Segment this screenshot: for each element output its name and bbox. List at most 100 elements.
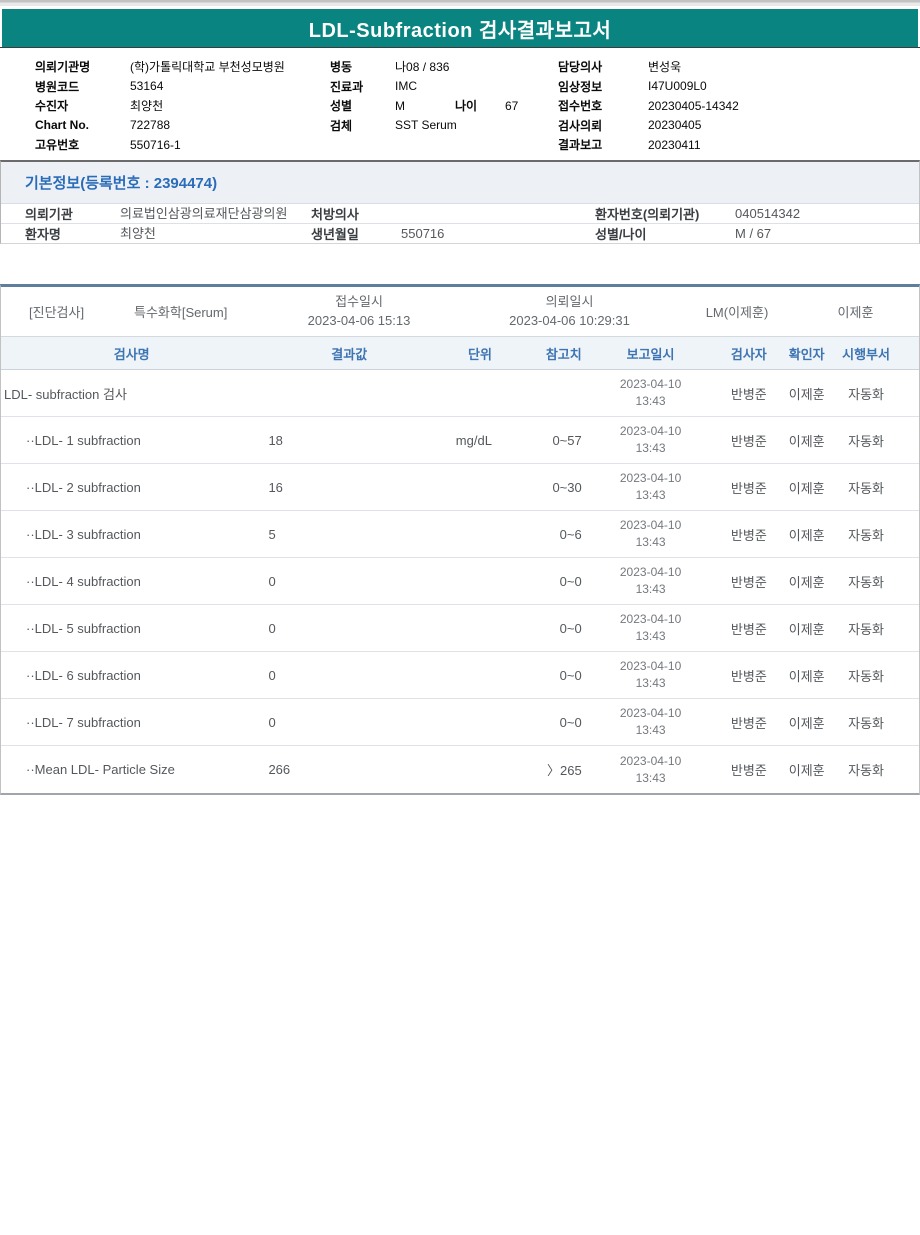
result-row: ··LDL- 2 subfraction 16 0~30 2023-04-10 … — [1, 464, 919, 511]
performing-department: 자동화 — [835, 619, 897, 638]
field-label: Chart No. — [35, 118, 130, 132]
performing-department: 자동화 — [835, 666, 897, 685]
result-value: 5 — [262, 527, 367, 542]
receipt-label: 접수일시 — [335, 294, 383, 309]
basic-info-row: 의뢰기관 의료법인삼광의료재단삼광의원 처방의사 환자번호(의뢰기관) 0405… — [1, 204, 919, 224]
report-date: 2023-04-10 — [582, 564, 720, 581]
column-header-report-datetime: 보고일시 — [582, 344, 720, 363]
checker-name: 이제훈 — [778, 384, 835, 403]
column-header-reference: 참고치 — [492, 344, 582, 363]
patient-field-row: 성별 M 나이 67 — [330, 96, 518, 116]
field-label: 생년월일 — [311, 224, 401, 243]
order-request-datetime: 의뢰일시 2023-04-06 10:29:31 — [472, 293, 667, 331]
field-label: 진료과 — [330, 78, 395, 95]
test-name: ··LDL- 1 subfraction — [1, 433, 262, 448]
field-value: M / 67 — [735, 226, 919, 241]
result-row: ··LDL- 5 subfraction 0 0~0 2023-04-10 13… — [1, 605, 919, 652]
field-value: 나08 / 836 — [395, 58, 455, 75]
report-title-band: LDL-Subfraction 검사결과보고서 — [2, 9, 918, 47]
field-value: 최양천 — [120, 225, 300, 243]
reference-range: 0~0 — [492, 621, 582, 636]
report-datetime: 2023-04-10 13:43 — [582, 611, 720, 645]
performing-department: 자동화 — [835, 713, 897, 732]
report-time: 13:43 — [582, 628, 720, 645]
order-receipt-datetime: 접수일시 2023-04-06 15:13 — [274, 293, 444, 331]
report-datetime: 2023-04-10 13:43 — [582, 423, 720, 457]
result-value: 0 — [262, 668, 367, 683]
patient-field-row: Chart No. 722788 — [35, 116, 285, 136]
report-datetime: 2023-04-10 13:43 — [582, 658, 720, 692]
test-name: ··LDL- 4 subfraction — [1, 574, 262, 589]
basic-info-section: 기본정보(등록번호 : 2394474) 의뢰기관 의료법인삼광의료재단삼광의원… — [0, 160, 920, 244]
field-label: 담당의사 — [558, 58, 648, 75]
request-label: 의뢰일시 — [546, 294, 594, 309]
field-value: (학)가톨릭대학교 부천성모병원 — [130, 58, 285, 75]
field-value: 550716 — [401, 226, 595, 241]
result-value: 18 — [262, 433, 367, 448]
tester-name: 반병준 — [719, 572, 778, 591]
field-label-secondary: 나이 — [455, 97, 505, 114]
report-date: 2023-04-10 — [582, 470, 720, 487]
tester-name: 반병준 — [719, 619, 778, 638]
reference-range: 0~6 — [492, 527, 582, 542]
order-reporter: 이제훈 — [792, 302, 919, 321]
reference-range: 0~0 — [492, 574, 582, 589]
patient-field-row: 병동 나08 / 836 — [330, 57, 518, 77]
report-datetime: 2023-04-10 13:43 — [582, 517, 720, 551]
column-header-department: 시행부서 — [835, 344, 897, 363]
report-date: 2023-04-10 — [582, 517, 720, 534]
field-label: 병원코드 — [35, 78, 130, 95]
performing-department: 자동화 — [835, 572, 897, 591]
field-value: 040514342 — [735, 206, 919, 221]
patient-header-col-left: 의뢰기관명 (학)가톨릭대학교 부천성모병원 병원코드 53164 수진자 최양… — [35, 57, 285, 155]
result-value: 266 — [262, 762, 367, 777]
report-datetime: 2023-04-10 13:43 — [582, 564, 720, 598]
report-time: 13:43 — [582, 534, 720, 551]
field-label: 고유번호 — [35, 136, 130, 153]
field-label: 병동 — [330, 58, 395, 75]
test-name: ··LDL- 3 subfraction — [1, 527, 262, 542]
checker-name: 이제훈 — [778, 572, 835, 591]
field-value: 53164 — [130, 79, 163, 93]
performing-department: 자동화 — [835, 525, 897, 544]
reference-range: 0~30 — [492, 480, 582, 495]
patient-field-row: 임상정보 I47U009L0 — [558, 77, 739, 97]
report-time: 13:43 — [582, 487, 720, 504]
tester-name: 반병준 — [719, 384, 778, 403]
field-label: 성별/나이 — [595, 224, 735, 243]
field-label: 처방의사 — [311, 204, 401, 223]
report-date: 2023-04-10 — [582, 611, 720, 628]
report-date: 2023-04-10 — [582, 705, 720, 722]
patient-header-col-right: 담당의사 변성욱 임상정보 I47U009L0 접수번호 20230405-14… — [558, 57, 739, 155]
result-value: 0 — [262, 715, 367, 730]
results-table-body: LDL- subfraction 검사 2023-04-10 13:43 반병준… — [1, 370, 919, 793]
checker-name: 이제훈 — [778, 760, 835, 779]
field-label: 접수번호 — [558, 97, 648, 114]
report-time: 13:43 — [582, 675, 720, 692]
patient-header-col-middle: 병동 나08 / 836 진료과 IMC 성별 M 나이 67 검체 SST S… — [330, 57, 518, 135]
report-datetime: 2023-04-10 13:43 — [582, 376, 720, 410]
performing-department: 자동화 — [835, 760, 897, 779]
result-row: ··LDL- 7 subfraction 0 0~0 2023-04-10 13… — [1, 699, 919, 746]
result-row: ··LDL- 4 subfraction 0 0~0 2023-04-10 13… — [1, 558, 919, 605]
field-value: 20230405 — [648, 118, 701, 132]
field-value: 20230405-14342 — [648, 99, 739, 113]
performing-department: 자동화 — [835, 384, 897, 403]
patient-field-row: 수진자 최양천 — [35, 96, 285, 116]
checker-name: 이제훈 — [778, 713, 835, 732]
field-label: 환자번호(의뢰기관) — [595, 204, 735, 223]
patient-field-row: 담당의사 변성욱 — [558, 57, 739, 77]
column-header-result: 결과값 — [262, 344, 367, 363]
reference-range: 0~0 — [492, 668, 582, 683]
field-label: 성별 — [330, 97, 395, 114]
order-department: [진단검사] — [29, 302, 124, 321]
test-name: ··Mean LDL- Particle Size — [1, 762, 262, 777]
result-value: 16 — [262, 480, 367, 495]
window-top-strip — [0, 0, 920, 6]
test-name: LDL- subfraction 검사 — [1, 384, 262, 403]
results-section: [진단검사] 특수화학[Serum] 접수일시 2023-04-06 15:13… — [0, 284, 920, 795]
result-row: ··Mean LDL- Particle Size 266 〉265 2023-… — [1, 746, 919, 793]
report-datetime: 2023-04-10 13:43 — [582, 705, 720, 739]
report-time: 13:43 — [582, 440, 720, 457]
field-value: 20230411 — [648, 138, 701, 152]
